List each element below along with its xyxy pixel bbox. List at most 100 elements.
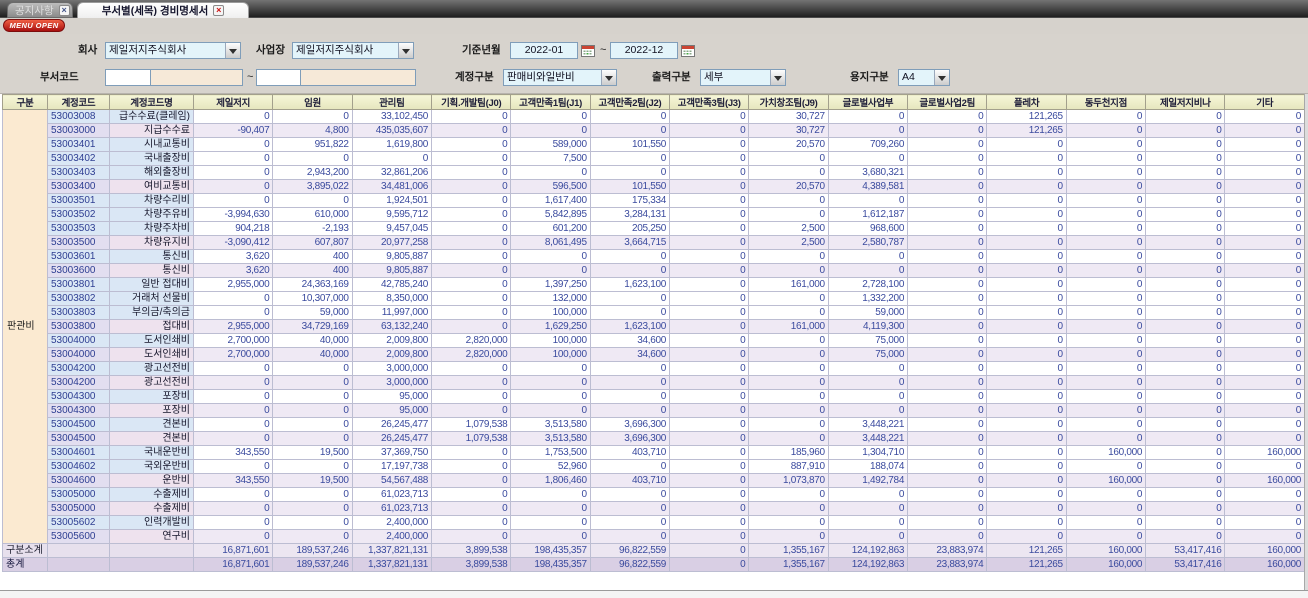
calendar-icon[interactable] bbox=[581, 44, 595, 58]
amount-cell: 160,000 bbox=[1224, 543, 1305, 558]
amount-cell: 0 bbox=[748, 403, 829, 418]
column-header[interactable]: 고객만족3팀(J3) bbox=[669, 94, 750, 110]
table-row[interactable]: 53004300 포장비 0 0 95,000 0 0 0 0 0 0 0 0 0 0 0 bbox=[3, 389, 1305, 404]
table-row[interactable]: 판관비 53003008 급수수료(클레임) 0 0 33,102,450 0 0 0 0 30,7… bbox=[2, 109, 1305, 544]
chevron-down-icon[interactable] bbox=[770, 70, 785, 85]
dept-name-from-input[interactable] bbox=[150, 69, 243, 86]
calendar-icon[interactable] bbox=[681, 44, 695, 58]
table-row[interactable]: 53004500 견본비 0 0 26,245,477 1,079,538 3,513,58… bbox=[3, 431, 1305, 446]
column-header[interactable]: 글로벌사업2팀 bbox=[907, 94, 988, 110]
account-code-cell: 53004300 bbox=[47, 389, 110, 404]
table-row[interactable]: 53003502 차량주유비 -3,994,630 610,000 9,595,712 0… bbox=[3, 207, 1305, 222]
table-row[interactable]: 53003601 통신비 3,620 400 9,805,887 0 0 0 0 0 0 0 0 0 0 0 bbox=[3, 249, 1305, 264]
tab-notice-close-icon[interactable]: × bbox=[58, 4, 70, 16]
table-row[interactable]: 53005600 연구비 0 0 2,400,000 0 0 0 0 0 0 0 0 0 0 0 bbox=[3, 529, 1305, 544]
vertical-scrollbar[interactable] bbox=[1304, 94, 1308, 590]
amount-cell: 0 bbox=[589, 291, 671, 306]
column-header[interactable]: 제일저지 bbox=[192, 94, 274, 110]
table-row[interactable]: 53005602 인력개발비 0 0 2,400,000 0 0 0 0 0 0 0 0 0 0 0 bbox=[3, 515, 1305, 530]
table-row[interactable]: 53003803 부의금/축의금 0 59,000 11,997,000 0 100,000… bbox=[3, 305, 1305, 320]
column-header[interactable]: 계정코드 bbox=[47, 94, 110, 110]
table-row[interactable]: 53003400 여비교통비 0 3,895,022 34,481,006 0 596,50… bbox=[3, 179, 1305, 194]
table-row[interactable]: 53004000 도서인쇄비 2,700,000 40,000 2,009,800 2,8… bbox=[3, 333, 1305, 348]
column-header[interactable]: 계정코드명 bbox=[109, 94, 194, 110]
chevron-down-icon[interactable] bbox=[601, 70, 616, 85]
amount-cell: 2,700,000 bbox=[192, 333, 274, 348]
column-header[interactable]: 글로벌사업부 bbox=[827, 94, 909, 110]
amount-cell: 75,000 bbox=[827, 333, 909, 348]
column-header[interactable]: 동두천지점 bbox=[1065, 94, 1147, 110]
account-code-cell: 53004200 bbox=[47, 375, 110, 390]
column-header[interactable]: 고객만족2팀(J2) bbox=[589, 94, 671, 110]
table-row[interactable]: 53004200 광고선전비 0 0 3,000,000 0 0 0 0 0 0 0 0 0 0 0 bbox=[3, 361, 1305, 376]
table-row[interactable]: 53004601 국내운반비 343,550 19,500 37,369,750 0 1,7… bbox=[3, 445, 1305, 460]
table-row[interactable]: 53003503 차량주차비 904,218 -2,193 9,457,045 0 601,… bbox=[3, 221, 1305, 236]
amount-cell: 0 bbox=[192, 151, 274, 166]
menu-open-button[interactable]: MENU OPEN bbox=[3, 19, 65, 32]
amount-cell: 0 bbox=[589, 459, 671, 474]
table-row[interactable]: 53005000 수출제비 0 0 61,023,713 0 0 0 0 0 0 0 0 0 0 0 bbox=[3, 487, 1305, 502]
table-row[interactable]: 53003800 접대비 2,955,000 34,729,169 63,132,240… bbox=[3, 319, 1305, 334]
column-header[interactable]: 가치창조팀(J9) bbox=[748, 94, 829, 110]
dept-name-to-input[interactable] bbox=[300, 69, 416, 86]
company-select[interactable]: 제일저지주식회사 bbox=[105, 42, 241, 59]
table-row[interactable]: 53003401 시내교통비 0 951,822 1,619,800 0 589,000 10… bbox=[3, 137, 1305, 152]
table-row[interactable]: 53004602 국외운반비 0 0 17,197,738 0 52,960 0 0 887,91… bbox=[3, 459, 1305, 474]
amount-cell: 0 bbox=[669, 501, 750, 516]
amount-cell: 0 bbox=[907, 249, 988, 264]
column-header[interactable]: 구분 bbox=[2, 94, 48, 110]
horizontal-scrollbar-track[interactable] bbox=[0, 590, 1308, 598]
table-row[interactable]: 53004600 운반비 343,550 19,500 54,567,488 0 1,806… bbox=[3, 473, 1305, 488]
column-header[interactable]: 제일저지비나 bbox=[1145, 94, 1226, 110]
output-type-select[interactable]: 세부 bbox=[700, 69, 786, 86]
amount-cell: 0 bbox=[1065, 333, 1147, 348]
amount-cell: 20,977,258 bbox=[351, 235, 433, 250]
table-row[interactable]: 53004000 도서인쇄비 2,700,000 40,000 2,009,800 2,8… bbox=[3, 347, 1305, 362]
table-row[interactable]: 53003402 국내출장비 0 0 0 0 7,500 0 0 0 0 0 0 0 0 0 bbox=[3, 151, 1305, 166]
table-row[interactable]: 53003403 해외출장비 0 2,943,200 32,861,206 0 0 0 0 0 3,… bbox=[3, 165, 1305, 180]
column-header[interactable]: 관리팀 bbox=[351, 94, 433, 110]
table-row[interactable]: 53003501 차량수리비 0 0 1,924,501 0 1,617,400 175,33… bbox=[3, 193, 1305, 208]
table-row[interactable]: 53004300 포장비 0 0 95,000 0 0 0 0 0 0 0 0 0 0 0 bbox=[3, 403, 1305, 418]
chevron-down-icon[interactable] bbox=[398, 43, 413, 58]
table-row[interactable]: 53003801 일반 접대비 2,955,000 24,363,169 42,785,… bbox=[3, 277, 1305, 292]
account-code-cell: 53004200 bbox=[47, 361, 110, 376]
amount-cell: 0 bbox=[1145, 305, 1226, 320]
amount-cell: 189,537,246 bbox=[272, 543, 353, 558]
account-type-select[interactable]: 판매비와일반비 bbox=[503, 69, 617, 86]
column-header[interactable]: 플레차 bbox=[986, 94, 1067, 110]
dept-code-from-input[interactable] bbox=[105, 69, 151, 86]
account-name-cell: 부의금/축의금 bbox=[109, 305, 194, 320]
chevron-down-icon[interactable] bbox=[225, 43, 240, 58]
grid-header-row: 구분 계정코드 계정코드명 제일저지 임원 관리팀 기획.개발팀(J0) 고객만족1팀(J1)… bbox=[2, 94, 1305, 110]
amount-cell: 0 bbox=[1065, 305, 1147, 320]
amount-cell: 0 bbox=[1145, 459, 1226, 474]
table-row[interactable]: 53004200 광고선전비 0 0 3,000,000 0 0 0 0 0 0 0 0 0 0 0 bbox=[3, 375, 1305, 390]
table-row[interactable]: 53003000 지급수수료 -90,407 4,800 435,035,607 0 0 0 0… bbox=[3, 123, 1305, 138]
column-header[interactable]: 고객만족1팀(J1) bbox=[510, 94, 591, 110]
tab-expense-report-close-icon[interactable]: × bbox=[213, 5, 225, 16]
table-row[interactable]: 53005000 수출제비 0 0 61,023,713 0 0 0 0 0 0 0 0 0 0 0 bbox=[3, 501, 1305, 516]
table-row[interactable]: 53003802 거래처 선물비 0 10,307,000 8,350,000 0 132,… bbox=[3, 291, 1305, 306]
dept-code-to-input[interactable] bbox=[256, 69, 301, 86]
period-to-input[interactable]: 2022-12 bbox=[610, 42, 678, 59]
account-name-cell: 급수수료(클레임) bbox=[109, 109, 194, 124]
column-header[interactable]: 임원 bbox=[272, 94, 353, 110]
amount-cell: 0 bbox=[431, 263, 512, 278]
table-row[interactable]: 53004500 견본비 0 0 26,245,477 1,079,538 3,513,58… bbox=[3, 417, 1305, 432]
amount-cell: 4,119,300 bbox=[827, 319, 909, 334]
amount-cell: 53,417,416 bbox=[1145, 543, 1226, 558]
amount-cell: 30,727 bbox=[748, 109, 829, 124]
column-header[interactable]: 기타 bbox=[1224, 94, 1305, 110]
amount-cell: 0 bbox=[589, 165, 671, 180]
table-row[interactable]: 53003600 통신비 3,620 400 9,805,887 0 0 0 0 0 0 0 0 0 0 0 bbox=[3, 263, 1305, 278]
amount-cell: 40,000 bbox=[272, 347, 353, 362]
period-from-input[interactable]: 2022-01 bbox=[510, 42, 578, 59]
site-select[interactable]: 제일저지주식회사 bbox=[292, 42, 414, 59]
table-row[interactable]: 53003500 차량유지비 -3,090,412 607,807 20,977,258… bbox=[3, 235, 1305, 250]
column-header[interactable]: 기획.개발팀(J0) bbox=[431, 94, 512, 110]
paper-type-select[interactable]: A4 bbox=[898, 69, 950, 86]
tab-notice[interactable]: 공지사항 × bbox=[7, 2, 73, 18]
chevron-down-icon[interactable] bbox=[934, 70, 949, 85]
tab-expense-report[interactable]: 부서별(세목) 경비명세서 × bbox=[77, 2, 249, 18]
